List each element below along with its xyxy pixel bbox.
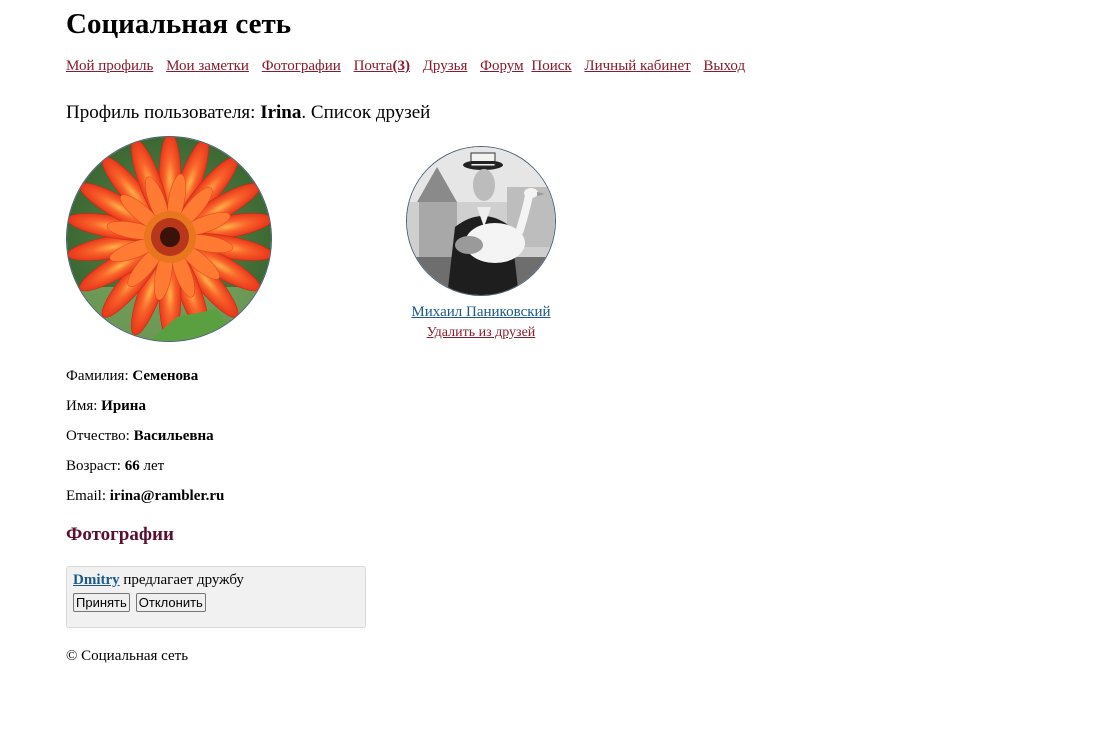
age-unit: лет	[139, 458, 165, 474]
info-patronymic: Отчество: Васильевна	[66, 428, 214, 445]
nav-my-notes[interactable]: Мои заметки	[166, 58, 249, 74]
nav-mail[interactable]: Почта(3)	[354, 58, 410, 74]
nav-logout[interactable]: Выход	[703, 58, 745, 74]
friend-name-link[interactable]: Михаил Паниковский	[366, 304, 596, 321]
info-email: Email: irina@rambler.ru	[66, 488, 224, 505]
site-title: Социальная сеть	[66, 8, 292, 40]
nav-search[interactable]: Поиск	[531, 58, 571, 74]
friend-card: Михаил Паниковский Удалить из друзей	[406, 146, 556, 340]
patronymic-value: Васильевна	[133, 428, 214, 444]
accept-button[interactable]: Принять	[73, 593, 130, 612]
age-value: 66	[124, 458, 140, 474]
flower-image	[67, 137, 271, 341]
email-value: irina@rambler.ru	[109, 488, 225, 504]
friend-avatar[interactable]	[406, 146, 556, 296]
profile-heading: Профиль пользователя: Irina. Список друз…	[66, 102, 430, 124]
nav-photos[interactable]: Фотографии	[262, 58, 341, 74]
nav-account[interactable]: Личный кабинет	[584, 58, 690, 74]
nav-my-profile[interactable]: Мой профиль	[66, 58, 153, 74]
footer: © Социальная сеть	[66, 648, 189, 664]
name-label: Имя:	[66, 398, 102, 414]
request-user-link[interactable]: Dmitry	[73, 572, 120, 588]
profile-avatar	[66, 136, 272, 342]
profile-heading-prefix: Профиль пользователя:	[66, 102, 261, 123]
name-value: Ирина	[101, 398, 146, 414]
main-nav: Мой профиль Мои заметки Фотографии Почта…	[66, 58, 754, 75]
profile-heading-suffix: . Список друзей	[301, 102, 431, 123]
nav-mail-label: Почта	[353, 58, 393, 74]
profile-username: Irina	[260, 102, 302, 123]
photos-heading: Фотографии	[66, 524, 174, 545]
surname-value: Семенова	[132, 368, 199, 384]
remove-friend-link[interactable]: Удалить из друзей	[366, 325, 596, 341]
friend-request-box: Dmitry предлагает дружбу Принять Отклонит…	[66, 566, 366, 628]
page: Социальная сеть Мой профиль Мои заметки …	[0, 0, 1096, 748]
email-label: Email:	[66, 488, 110, 504]
friend-request-text: Dmitry предлагает дружбу	[73, 572, 359, 589]
nav-friends[interactable]: Друзья	[423, 58, 468, 74]
mail-count-badge: (3)	[392, 58, 410, 74]
patronymic-label: Отчество:	[66, 428, 134, 444]
age-label: Возраст:	[66, 458, 125, 474]
request-actions: Принять Отклонить	[73, 593, 359, 612]
info-name: Имя: Ирина	[66, 398, 146, 415]
friend-photo-image	[407, 147, 555, 295]
decline-button[interactable]: Отклонить	[135, 593, 206, 612]
info-surname: Фамилия: Семенова	[66, 368, 198, 385]
info-age: Возраст: 66 лет	[66, 458, 164, 475]
request-message: предлагает дружбу	[119, 572, 244, 588]
nav-forum[interactable]: Форум	[480, 58, 523, 74]
surname-label: Фамилия:	[66, 368, 133, 384]
